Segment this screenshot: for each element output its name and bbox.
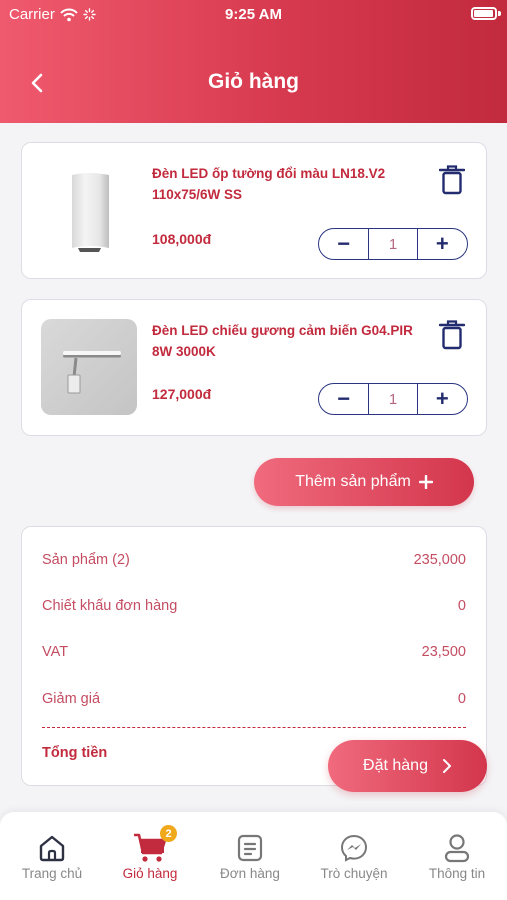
add-product-button[interactable]: Thêm sản phẩm xyxy=(254,458,474,506)
user-icon xyxy=(443,832,471,864)
place-order-button[interactable]: Đặt hàng xyxy=(328,740,487,792)
cart-item: Đèn LED ốp tường đổi màu LN18.V2 110x75/… xyxy=(21,142,487,279)
mirror-lamp-image xyxy=(63,351,121,394)
summary-value: 235,000 xyxy=(413,552,466,568)
quantity-value[interactable]: 1 xyxy=(368,384,418,414)
product-image[interactable] xyxy=(41,319,137,415)
summary-label: Chiết khấu đơn hàng xyxy=(42,598,178,614)
add-product-label: Thêm sản phẩm xyxy=(295,473,411,490)
summary-row-discount: Chiết khấu đơn hàng 0 xyxy=(42,598,466,614)
decrease-button[interactable]: − xyxy=(319,229,368,259)
tab-label: Thông tin xyxy=(428,866,486,881)
product-price: 127,000đ xyxy=(152,386,212,402)
app-header: Carrier 9:25 AM Giỏ hàng xyxy=(0,0,507,123)
increase-button[interactable]: + xyxy=(418,229,467,259)
tab-cart[interactable]: 2 Giỏ hàng xyxy=(100,825,200,881)
orders-icon xyxy=(237,832,263,864)
summary-label: VAT xyxy=(42,644,69,660)
tab-profile[interactable]: Thông tin xyxy=(407,832,507,881)
tab-home[interactable]: Trang chủ xyxy=(2,832,102,881)
tab-chat[interactable]: Trò chuyện xyxy=(304,832,404,881)
trash-icon xyxy=(438,320,466,350)
summary-label: Giảm giá xyxy=(42,691,101,707)
summary-row-subtotal: Sản phẩm (2) 235,000 xyxy=(42,552,466,568)
decrease-button[interactable]: − xyxy=(319,384,368,414)
quantity-stepper: − 1 + xyxy=(318,228,468,260)
tab-orders[interactable]: Đơn hàng xyxy=(200,832,300,881)
divider xyxy=(42,727,466,728)
product-name[interactable]: Đèn LED ốp tường đổi màu LN18.V2 110x75/… xyxy=(152,163,422,205)
tab-label: Trang chủ xyxy=(21,866,83,881)
messenger-icon xyxy=(340,832,368,864)
tab-label: Giỏ hàng xyxy=(122,866,178,881)
cart-item: Đèn LED chiếu gương cảm biến G04.PIR 8W … xyxy=(21,299,487,436)
delete-button[interactable] xyxy=(438,320,466,350)
page-title: Giỏ hàng xyxy=(208,70,299,93)
increase-button[interactable]: + xyxy=(418,384,467,414)
bottom-tab-bar: Trang chủ 2 Giỏ hàng Đơn hàng Trò chuyện… xyxy=(0,812,507,900)
summary-row-vat: VAT 23,500 xyxy=(42,644,466,660)
cart-icon: 2 xyxy=(133,825,177,864)
home-icon xyxy=(38,832,66,864)
summary-value: 0 xyxy=(457,598,466,614)
tab-label: Đơn hàng xyxy=(220,866,280,881)
tab-label: Trò chuyện xyxy=(320,866,388,881)
delete-button[interactable] xyxy=(438,165,466,195)
quantity-stepper: − 1 + xyxy=(318,383,468,415)
summary-value: 0 xyxy=(457,691,466,707)
quantity-value[interactable]: 1 xyxy=(368,229,418,259)
chevron-right-icon xyxy=(442,759,451,773)
status-time: 9:25 AM xyxy=(225,6,282,23)
battery-tip xyxy=(498,11,501,16)
wall-lamp-image xyxy=(72,173,109,252)
product-image[interactable] xyxy=(41,162,137,258)
product-price: 108,000đ xyxy=(152,231,212,247)
status-bar: Carrier 9:25 AM xyxy=(0,0,507,30)
place-order-label: Đặt hàng xyxy=(363,757,428,774)
total-label: Tổng tiền xyxy=(42,745,108,761)
summary-value: 23,500 xyxy=(421,644,466,660)
trash-icon xyxy=(438,165,466,195)
summary-label: Sản phẩm (2) xyxy=(42,552,130,568)
battery-icon xyxy=(471,7,497,20)
plus-icon xyxy=(418,475,433,489)
summary-row-promo: Giảm giá 0 xyxy=(42,691,466,707)
product-name[interactable]: Đèn LED chiếu gương cảm biến G04.PIR 8W … xyxy=(152,320,422,362)
cart-badge: 2 xyxy=(160,825,177,842)
